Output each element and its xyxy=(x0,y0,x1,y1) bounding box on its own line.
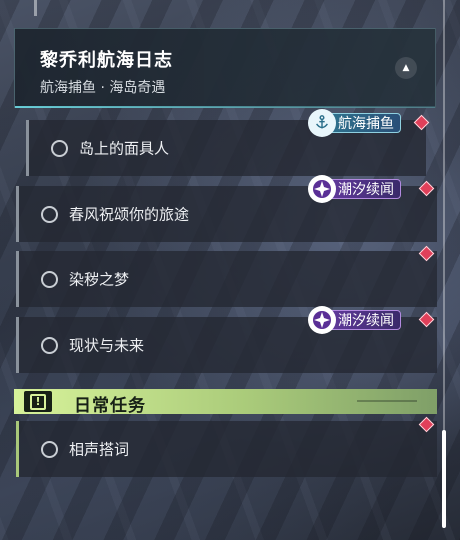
quest-status-circle-icon xyxy=(41,271,58,288)
exclamation-icon: ! xyxy=(24,391,52,412)
quest-status-circle-icon xyxy=(41,206,58,223)
chapter-subtitle: 航海捕鱼 · 海岛奇遇 xyxy=(40,80,166,96)
quest-tag-badge: 航海捕鱼 xyxy=(308,109,401,137)
quest-tag-badge: 潮汐续闻 xyxy=(308,175,401,203)
quest-tag-label: 航海捕鱼 xyxy=(338,116,394,132)
quest-tag-label: 潮汐续闻 xyxy=(338,182,394,198)
anchor-icon xyxy=(308,109,336,137)
quest-tag-badge: 潮汐续闻 xyxy=(308,306,401,334)
quest-label: 岛上的面具人 xyxy=(79,139,170,158)
quest-item[interactable]: 染秽之梦 xyxy=(16,251,437,307)
section-title: 日常任务 xyxy=(74,396,146,416)
tidal-star-icon xyxy=(308,306,336,334)
quest-chapter-card[interactable]: 黎乔利航海日志 航海捕鱼 · 海岛奇遇 ▲ xyxy=(14,28,436,108)
list-connector-line xyxy=(34,0,37,16)
quest-status-circle-icon xyxy=(41,337,58,354)
quest-label: 相声搭词 xyxy=(69,440,130,459)
quest-status-circle-icon xyxy=(51,140,68,157)
quest-label: 春风祝颂你的旅途 xyxy=(69,205,190,224)
chapter-title: 黎乔利航海日志 xyxy=(40,50,173,71)
quest-label: 染秽之梦 xyxy=(69,270,130,289)
quest-item[interactable]: 相声搭词 xyxy=(16,421,437,477)
section-decoration xyxy=(357,400,417,402)
quest-tag-label: 潮汐续闻 xyxy=(338,313,394,329)
tidal-star-icon xyxy=(308,175,336,203)
daily-quests-section-header[interactable]: ! 日常任务 xyxy=(14,389,437,416)
quest-status-circle-icon xyxy=(41,441,58,458)
quest-label: 现状与未来 xyxy=(69,336,145,355)
chevron-up-icon[interactable]: ▲ xyxy=(395,57,417,79)
scrollbar-thumb[interactable] xyxy=(442,430,446,528)
